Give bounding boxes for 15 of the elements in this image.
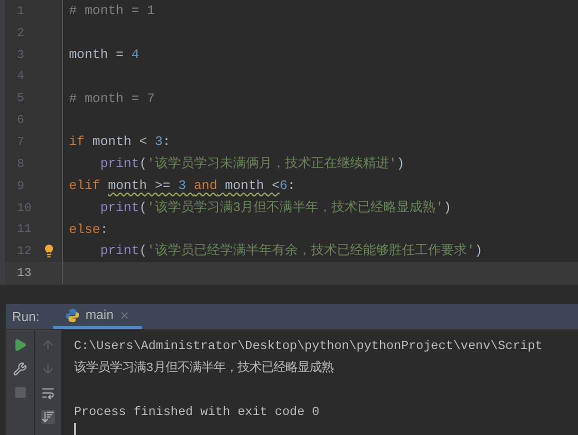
close-icon[interactable] [118, 310, 130, 320]
console-line: C:\Users\Administrator\Desktop\python\pythonProject\venv\Script [74, 338, 542, 355]
run-icon[interactable] [13, 338, 27, 352]
wrench-icon[interactable] [13, 362, 27, 376]
wrap-icon[interactable] [41, 386, 55, 400]
line-number: 13 [17, 265, 32, 282]
text-cursor [74, 423, 76, 435]
console-line: 该学员学习满3月但不满半年，技术已经略显成熟 [74, 360, 334, 377]
exit-message: Process finished with exit code 0 [74, 404, 320, 421]
run-label: Run: [12, 308, 40, 326]
stop-icon[interactable] [14, 386, 26, 399]
lightbulb-icon[interactable] [42, 244, 56, 258]
python-icon [65, 308, 80, 322]
tab-label: main [85, 306, 114, 324]
scroll-to-end-icon[interactable] [41, 410, 55, 424]
